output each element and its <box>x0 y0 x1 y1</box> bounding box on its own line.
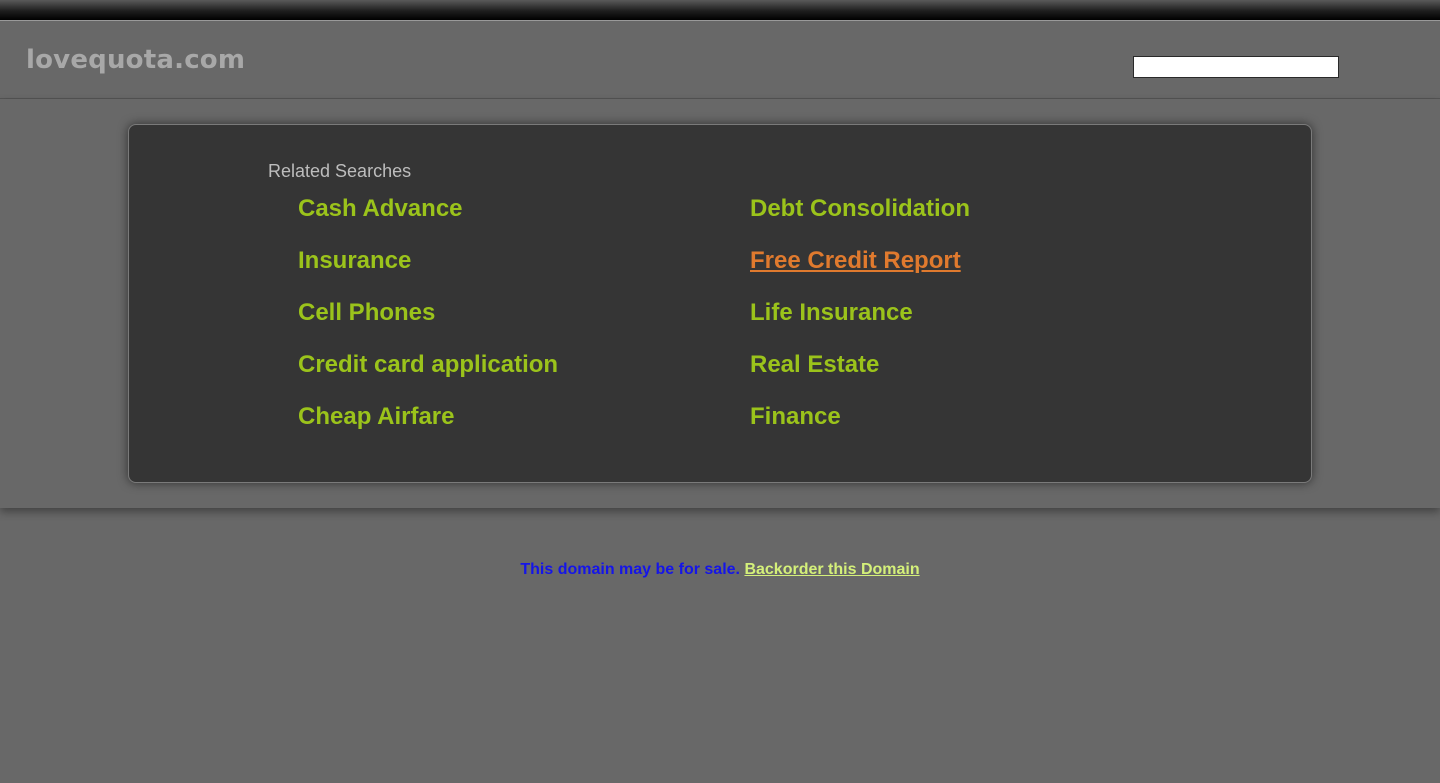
related-searches-panel: Related Searches Cash Advance Insurance … <box>128 124 1312 483</box>
related-link-life-insurance[interactable]: Life Insurance <box>750 299 913 327</box>
top-gradient-bar <box>0 0 1440 20</box>
related-link-insurance[interactable]: Insurance <box>298 247 411 275</box>
backorder-domain-link[interactable]: Backorder this Domain <box>744 561 919 578</box>
sale-text: This domain may be for sale. <box>520 561 740 578</box>
related-link-cell-phones[interactable]: Cell Phones <box>298 299 435 327</box>
related-link-debt-consolidation[interactable]: Debt Consolidation <box>750 195 970 223</box>
related-link-finance[interactable]: Finance <box>750 403 841 431</box>
related-link-credit-card-application[interactable]: Credit card application <box>298 351 558 379</box>
domain-sale-notice: This domain may be for sale. Backorder t… <box>0 560 1440 580</box>
related-searches-heading: Related Searches <box>268 161 412 181</box>
related-link-free-credit-report[interactable]: Free Credit Report <box>750 247 961 275</box>
related-link-cheap-airfare[interactable]: Cheap Airfare <box>298 403 455 431</box>
search-input[interactable] <box>1133 56 1339 78</box>
related-link-real-estate[interactable]: Real Estate <box>750 351 879 379</box>
related-link-cash-advance[interactable]: Cash Advance <box>298 195 463 223</box>
site-title: lovequota.com <box>26 45 246 75</box>
header: lovequota.com <box>0 21 1440 99</box>
